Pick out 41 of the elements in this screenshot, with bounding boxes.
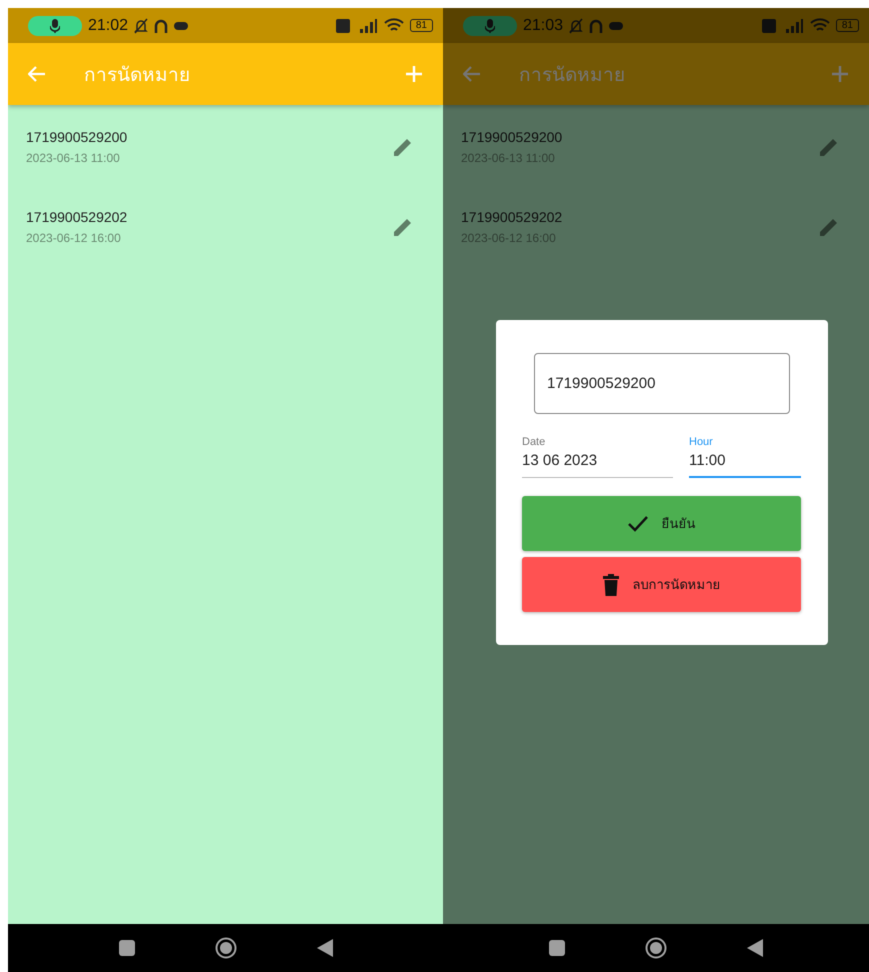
trash-icon (602, 574, 618, 596)
appointment-datetime: 2023-06-12 16:00 (26, 231, 122, 245)
status-time: 21:02 (88, 16, 128, 34)
field-value: 11:00 (689, 452, 726, 469)
pencil-icon[interactable] (819, 137, 839, 157)
appointment-id: 1719900529202 (461, 209, 564, 225)
app-bar-title: การนัดหมาย (84, 63, 191, 88)
pencil-icon[interactable] (393, 217, 413, 237)
microphone-icon (50, 18, 60, 32)
home-circle-icon[interactable] (214, 937, 236, 959)
wifi-icon (810, 18, 830, 33)
date-field[interactable]: Date 13 06 2023 (522, 436, 673, 478)
field-label: Hour (689, 436, 714, 448)
battery-indicator: 81 (410, 19, 433, 32)
battery-indicator: 81 (836, 19, 859, 32)
square-icon[interactable] (549, 940, 565, 956)
hour-field[interactable]: Hour 11:00 (689, 436, 801, 478)
bell-off-icon (134, 18, 148, 34)
home-circle-icon[interactable] (645, 937, 667, 959)
headphones-icon (589, 18, 604, 34)
back-triangle-icon[interactable] (747, 939, 763, 957)
square-icon[interactable] (118, 940, 134, 956)
appointment-id: 1719900529200 (461, 129, 564, 145)
appointment-id: 1719900529200 (26, 129, 128, 145)
bell-off-icon (569, 18, 584, 34)
field-value: 13 06 2023 (522, 452, 598, 469)
pencil-icon[interactable] (819, 217, 839, 237)
pencil-icon[interactable] (393, 137, 413, 157)
confirm-button[interactable]: ยืนยัน (522, 496, 801, 551)
microphone-icon (485, 18, 495, 32)
check-icon (628, 515, 648, 532)
headphones-icon (154, 18, 168, 34)
field-label: Date (522, 436, 546, 448)
id-input-field[interactable]: 1719900529200 (534, 353, 790, 414)
app-bar-title: การนัดหมาย (519, 63, 626, 88)
wifi-icon (384, 18, 404, 33)
back-triangle-icon[interactable] (316, 939, 332, 957)
appointment-datetime: 2023-06-13 11:00 (26, 151, 121, 165)
delete-button[interactable]: ลบการนัดหมาย (522, 557, 801, 612)
appointment-id: 1719900529202 (26, 209, 128, 225)
status-time: 21:03 (523, 16, 564, 34)
